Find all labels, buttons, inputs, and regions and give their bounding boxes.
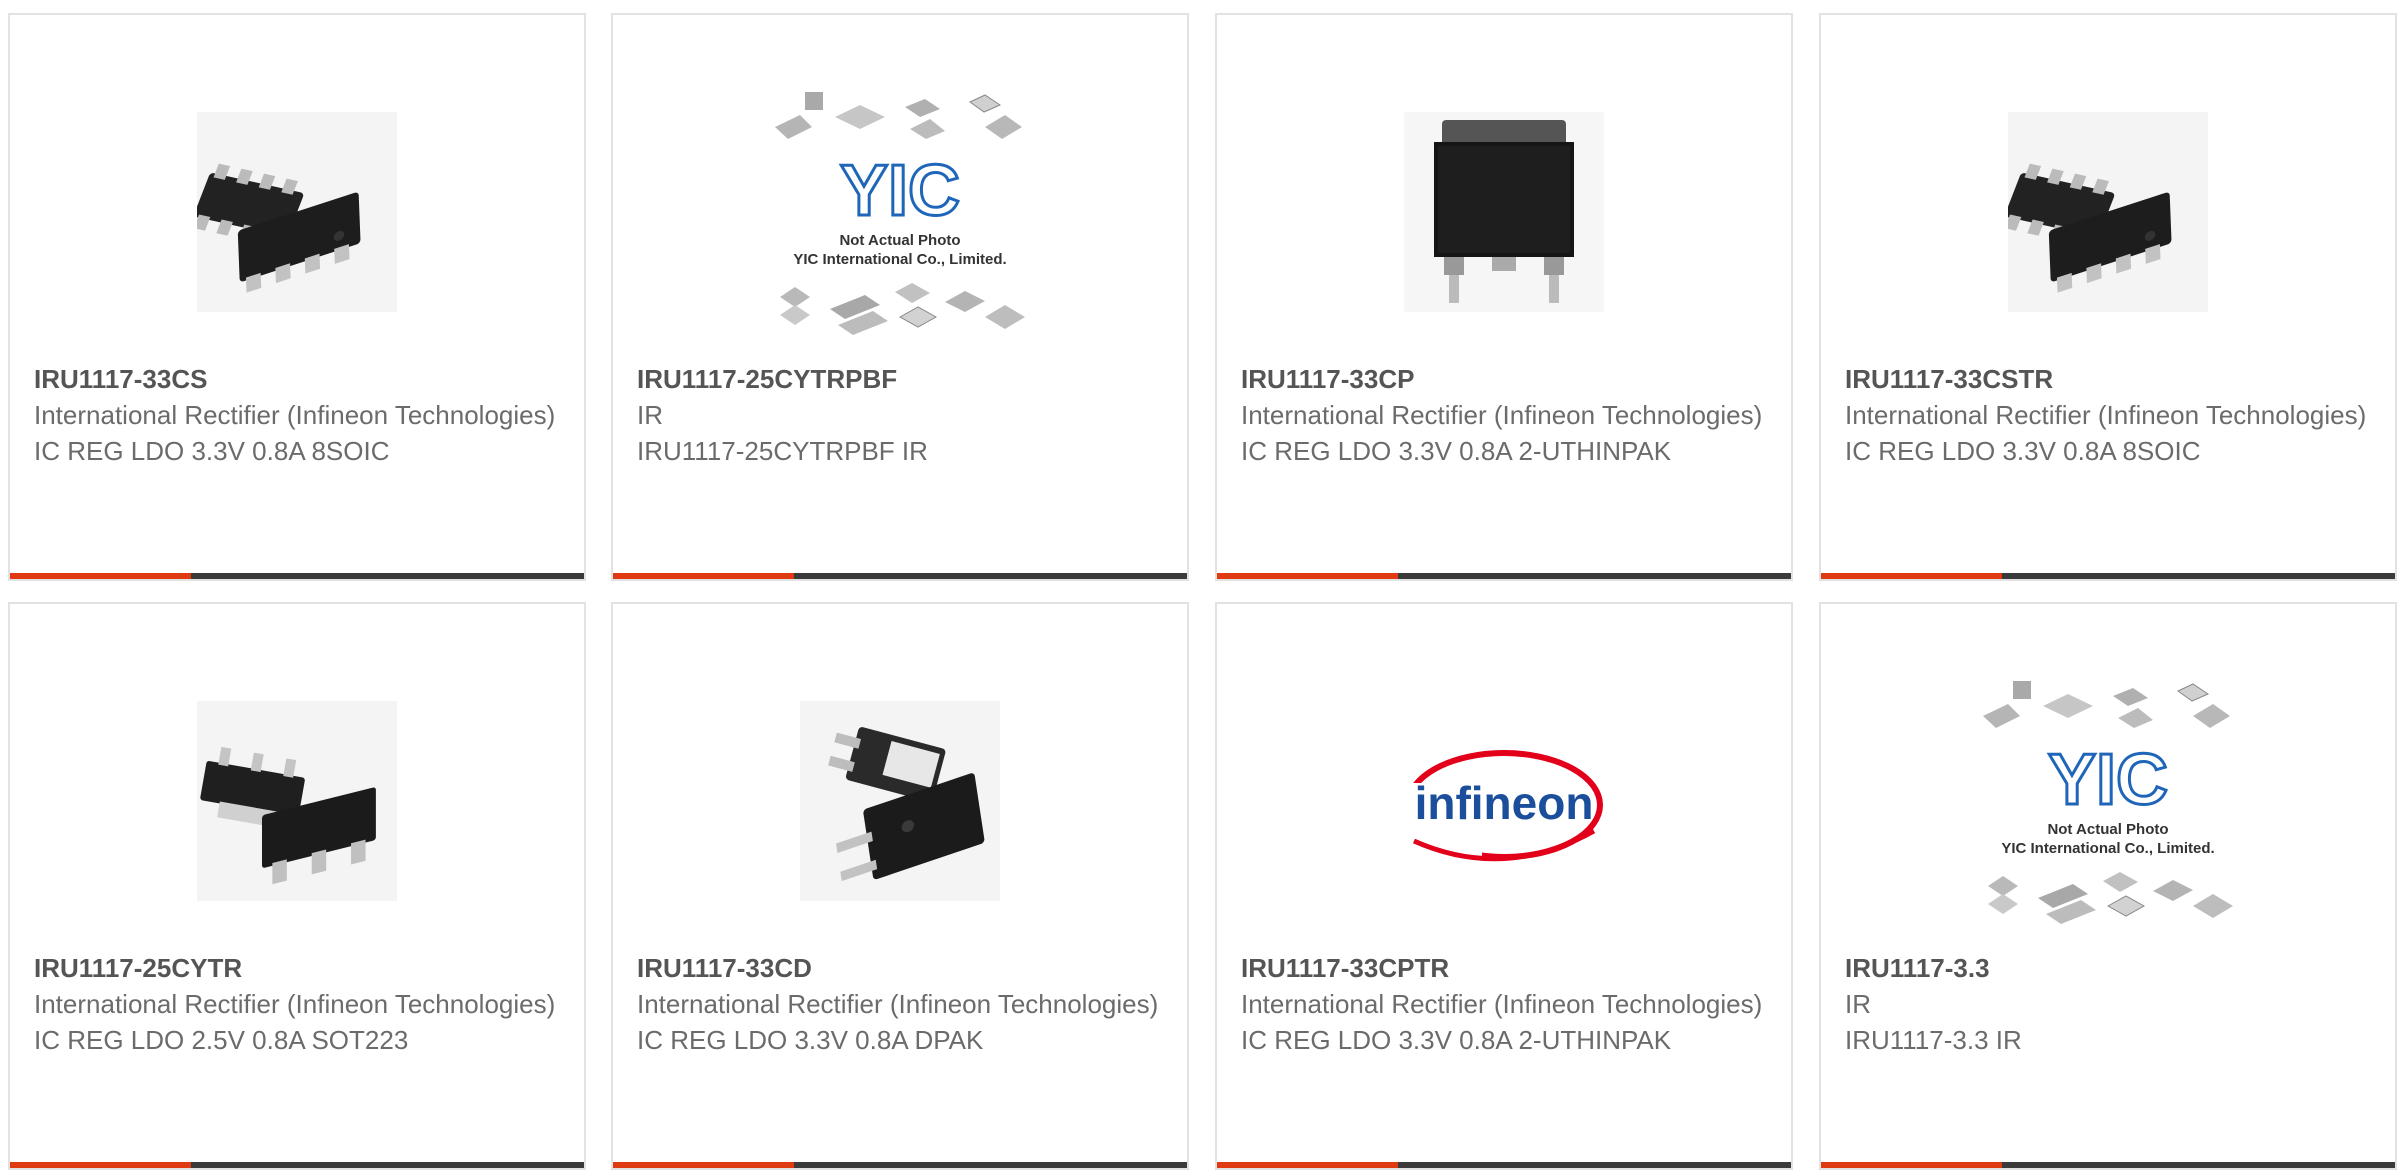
product-card[interactable]: IRU1117-33CSTR International Rectifier (…	[1819, 13, 2397, 581]
product-card[interactable]: infineon IRU1117-33CPTR International Re…	[1215, 602, 1793, 1170]
manufacturer: International Rectifier (Infineon Techno…	[1241, 989, 1763, 1019]
product-info: IRU1117-33CS International Rectifier (In…	[34, 361, 560, 469]
part-number[interactable]: IRU1117-33CP	[1241, 361, 1767, 397]
manufacturer: IR	[1845, 989, 1871, 1019]
description: IC REG LDO 3.3V 0.8A 2-UTHINPAK	[1241, 436, 1672, 466]
product-info: IRU1117-33CD International Rectifier (In…	[637, 950, 1163, 1058]
product-image[interactable]	[1354, 77, 1654, 347]
description: IC REG LDO 3.3V 0.8A 8SOIC	[34, 436, 390, 466]
card-footer-bar	[1821, 573, 2395, 579]
manufacturer: International Rectifier (Infineon Techno…	[1241, 400, 1763, 430]
manufacturer: International Rectifier (Infineon Techno…	[34, 989, 556, 1019]
part-number[interactable]: IRU1117-25CYTR	[34, 950, 560, 986]
product-card[interactable]: YIC Not Actual Photo YIC International C…	[1819, 602, 2397, 1170]
card-footer-accent	[613, 1162, 794, 1168]
sot223-package-icon	[197, 701, 397, 901]
product-image[interactable]	[750, 666, 1050, 936]
card-footer-accent	[1217, 1162, 1398, 1168]
image-caption-line1: Not Actual Photo	[2047, 821, 2168, 838]
part-number[interactable]: IRU1117-33CSTR	[1845, 361, 2371, 397]
product-card[interactable]: IRU1117-33CP International Rectifier (In…	[1215, 13, 1793, 581]
product-info: IRU1117-25CYTRPBF IR IRU1117-25CYTRPBF I…	[637, 361, 1163, 469]
product-image[interactable]	[147, 77, 447, 347]
product-info: IRU1117-33CPTR International Rectifier (…	[1241, 950, 1767, 1058]
soic-8-package-icon	[2008, 112, 2208, 312]
card-footer-accent	[10, 1162, 191, 1168]
description: IRU1117-25CYTRPBF IR	[637, 436, 928, 466]
product-info: IRU1117-3.3 IR IRU1117-3.3 IR	[1845, 950, 2371, 1058]
card-footer-accent	[1821, 1162, 2002, 1168]
product-card[interactable]: YIC Not Actual Photo YIC International C…	[611, 13, 1189, 581]
product-image[interactable]: YIC Not Actual Photo YIC International C…	[1958, 666, 2258, 936]
product-card[interactable]: IRU1117-33CS International Rectifier (In…	[8, 13, 586, 581]
card-footer-bar	[1217, 573, 1791, 579]
yic-placeholder-icon: YIC Not Actual Photo YIC International C…	[1983, 681, 2233, 924]
description: IC REG LDO 2.5V 0.8A SOT223	[34, 1025, 409, 1055]
image-caption-line1: Not Actual Photo	[839, 232, 960, 249]
product-card[interactable]: IRU1117-25CYTR International Rectifier (…	[8, 602, 586, 1170]
description: IC REG LDO 3.3V 0.8A 8SOIC	[1845, 436, 2201, 466]
yic-placeholder-icon: YIC Not Actual Photo YIC International C…	[775, 92, 1025, 335]
part-number[interactable]: IRU1117-25CYTRPBF	[637, 361, 1163, 397]
soic-8-package-icon	[197, 112, 397, 312]
card-footer-bar	[10, 573, 584, 579]
part-number[interactable]: IRU1117-33CS	[34, 361, 560, 397]
card-footer-bar	[1821, 1162, 2395, 1168]
part-number[interactable]: IRU1117-33CD	[637, 950, 1163, 986]
card-footer-accent	[10, 573, 191, 579]
product-grid: IRU1117-33CS International Rectifier (In…	[0, 0, 2400, 1170]
description: IC REG LDO 3.3V 0.8A 2-UTHINPAK	[1241, 1025, 1672, 1055]
product-image[interactable]	[1958, 77, 2258, 347]
card-footer-bar	[613, 573, 1187, 579]
product-image[interactable]	[147, 666, 447, 936]
product-info: IRU1117-25CYTR International Rectifier (…	[34, 950, 560, 1058]
card-footer-bar	[613, 1162, 1187, 1168]
description: IRU1117-3.3 IR	[1845, 1025, 2022, 1055]
product-image[interactable]: YIC Not Actual Photo YIC International C…	[750, 77, 1050, 347]
image-caption-line2: YIC International Co., Limited.	[793, 251, 1006, 268]
product-card[interactable]: IRU1117-33CD International Rectifier (In…	[611, 602, 1189, 1170]
infineon-logo-text: infineon	[1415, 777, 1594, 829]
card-footer-accent	[613, 573, 794, 579]
image-caption-line2: YIC International Co., Limited.	[2001, 840, 2214, 857]
manufacturer: International Rectifier (Infineon Techno…	[637, 989, 1159, 1019]
card-footer-accent	[1217, 573, 1398, 579]
infineon-logo-icon: infineon	[1394, 701, 1614, 901]
part-number[interactable]: IRU1117-3.3	[1845, 950, 2371, 986]
yic-logo-text: YIC	[840, 151, 960, 231]
product-image[interactable]: infineon	[1354, 666, 1654, 936]
yic-logo-text: YIC	[2048, 740, 2168, 820]
manufacturer: IR	[637, 400, 663, 430]
manufacturer: International Rectifier (Infineon Techno…	[1845, 400, 2367, 430]
product-info: IRU1117-33CSTR International Rectifier (…	[1845, 361, 2371, 469]
dpak-package-icon	[800, 701, 1000, 901]
to252-package-icon	[1404, 112, 1604, 312]
part-number[interactable]: IRU1117-33CPTR	[1241, 950, 1767, 986]
card-footer-accent	[1821, 573, 2002, 579]
card-footer-bar	[10, 1162, 584, 1168]
product-info: IRU1117-33CP International Rectifier (In…	[1241, 361, 1767, 469]
manufacturer: International Rectifier (Infineon Techno…	[34, 400, 556, 430]
description: IC REG LDO 3.3V 0.8A DPAK	[637, 1025, 984, 1055]
card-footer-bar	[1217, 1162, 1791, 1168]
